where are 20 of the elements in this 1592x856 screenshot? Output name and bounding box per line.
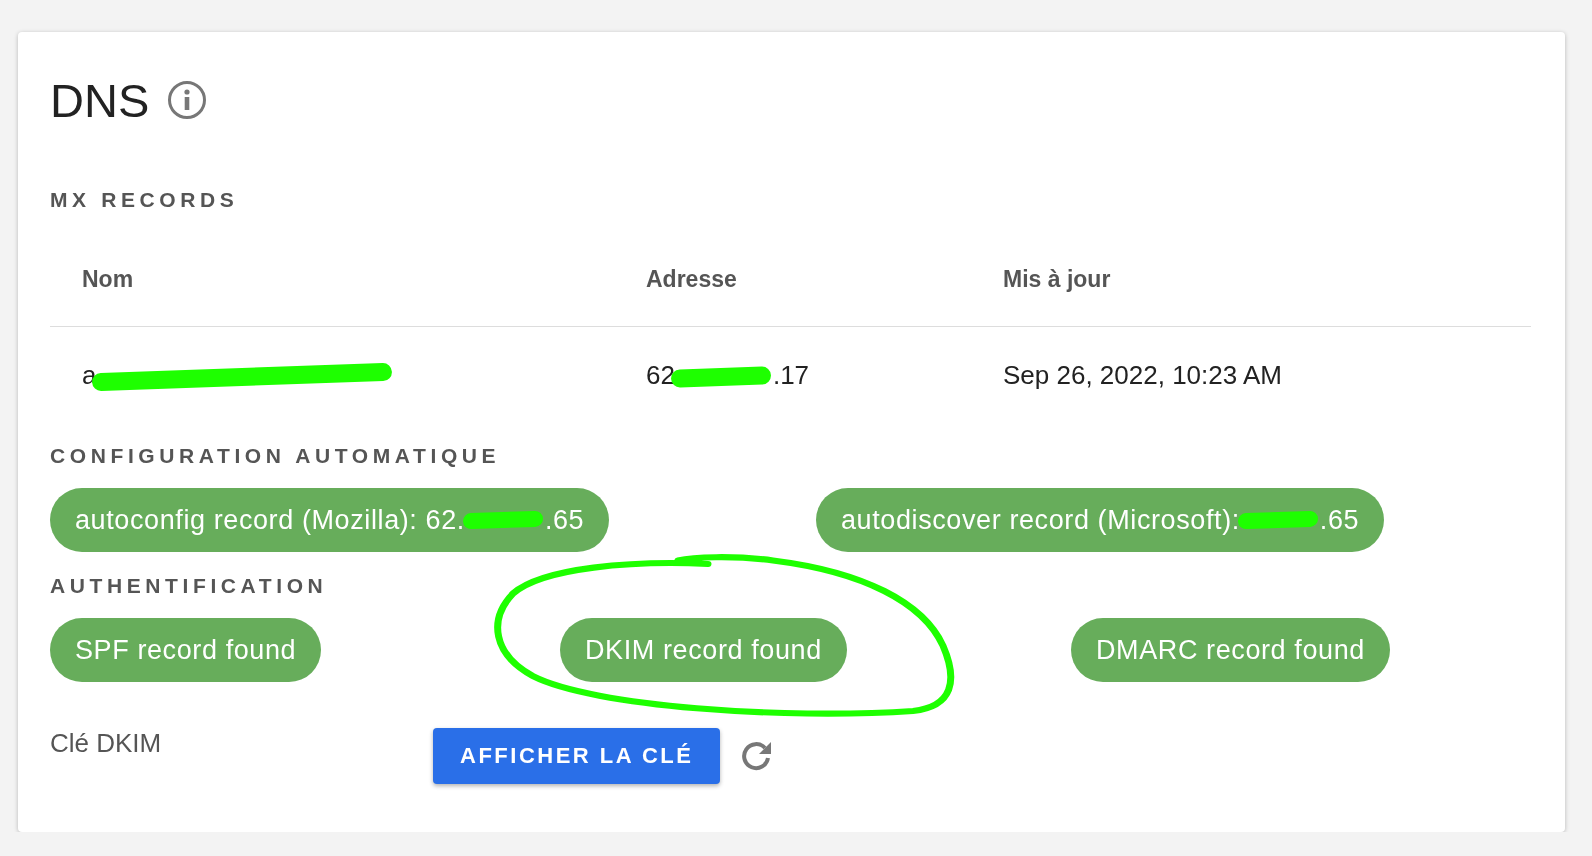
table-cell: .17 [772,359,810,390]
table-cell: 62 [646,359,675,390]
info-icon[interactable] [167,80,208,120]
table-cell: Sep 26, 2022, 10:23 AM [1003,359,1282,390]
column-header: Nom [82,266,134,292]
section-title: DNS [50,72,150,128]
section-heading: CONFIGURATION AUTOMATIQUE [50,444,502,468]
chip-text: .65 [1319,504,1360,536]
column-header: Adresse [646,266,737,292]
field-label: Clé DKIM [50,728,163,759]
chip-text: DMARC record found [1096,634,1365,666]
show-key-button[interactable]: AFFICHER LA CLÉ [433,728,721,784]
section-heading: MX RECORDS [50,188,240,212]
chip-text: autoconfig record (Mozilla): 62. [75,504,465,536]
chip-text: .65 [544,504,585,536]
chip-text: autodiscover record (Microsoft): [841,504,1240,536]
chip-text: SPF record found [75,634,297,666]
chip-text: DKIM record found [585,634,822,666]
section-heading: AUTHENTIFICATION [50,574,329,598]
column-header: Mis à jour [1003,266,1111,292]
